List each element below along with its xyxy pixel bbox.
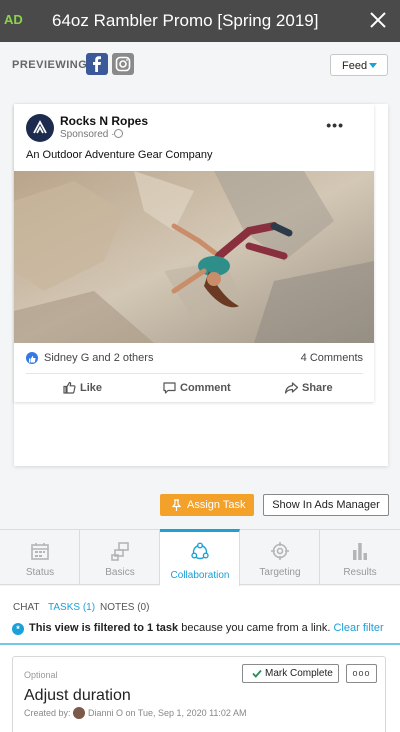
comments-count[interactable]: 4 Comments — [301, 352, 363, 364]
divider — [26, 373, 363, 374]
task-optional-label: Optional — [24, 670, 58, 680]
subtab-chat[interactable]: CHAT — [13, 602, 39, 613]
collaboration-icon — [191, 542, 209, 560]
header-bar: AD 64oz Rambler Promo [Spring 2019] — [0, 0, 400, 42]
tab-targeting-label: Targeting — [259, 567, 301, 578]
tab-targeting[interactable]: Targeting — [240, 530, 320, 585]
task-title: Adjust duration — [24, 687, 131, 704]
tab-basics-label: Basics — [105, 567, 135, 578]
assign-task-button[interactable]: Assign Task — [160, 494, 254, 516]
facebook-post-preview: Rocks N Ropes Sponsored · ••• An Outdoor… — [14, 104, 374, 402]
post-text: An Outdoor Adventure Gear Company — [26, 149, 213, 161]
detail-tabs: Status Basics Collaboration Targeting Re… — [0, 529, 400, 586]
show-in-ads-manager-button[interactable]: Show In Ads Manager — [263, 494, 389, 516]
facebook-icon[interactable] — [86, 53, 108, 75]
task-more-button[interactable]: ooo — [346, 664, 377, 683]
info-icon: * — [12, 623, 24, 635]
calendar-icon — [31, 543, 49, 560]
share-label: Share — [302, 382, 333, 394]
thumbs-up-icon — [63, 381, 76, 394]
reactions-row: Sidney G and 2 others 4 Comments — [26, 351, 363, 369]
tab-status-label: Status — [25, 567, 55, 578]
share-icon — [284, 382, 299, 394]
page-title: 64oz Rambler Promo [Spring 2019] — [52, 11, 319, 30]
tab-collaboration-label: Collaboration — [170, 570, 230, 581]
like-label: Like — [80, 382, 103, 394]
tab-basics[interactable]: Basics — [80, 530, 160, 585]
task-card[interactable]: Optional Mark Complete ooo Adjust durati… — [12, 656, 386, 732]
created-by-label: Created by: — [24, 708, 71, 718]
page-name: Rocks N Ropes — [60, 114, 149, 128]
target-icon — [271, 542, 289, 560]
clear-filter-link[interactable]: Clear filter — [333, 622, 383, 634]
ad-badge: AD — [4, 12, 23, 27]
close-icon[interactable] — [368, 9, 388, 31]
filter-notice-bold: This view is filtered to 1 task — [29, 622, 179, 634]
mark-complete-label: Mark Complete — [265, 668, 333, 679]
avatar — [73, 707, 85, 719]
sponsored-label: Sponsored · — [60, 129, 115, 140]
filter-notice-text: because you came from a link. — [178, 622, 331, 634]
page-avatar — [26, 114, 54, 142]
previewing-label: PREVIEWING: — [12, 59, 92, 71]
post-image — [14, 171, 374, 343]
placement-select-value: Feed — [342, 60, 368, 72]
tab-results-label: Results — [343, 567, 377, 578]
placement-select[interactable]: Feed — [330, 54, 388, 76]
subtab-tasks[interactable]: TASKS (1) — [48, 602, 95, 613]
tab-status[interactable]: Status — [0, 530, 80, 585]
mark-complete-button[interactable]: Mark Complete — [242, 664, 339, 683]
caret-down-icon — [369, 63, 377, 68]
basics-icon — [111, 542, 129, 561]
tab-results[interactable]: Results — [320, 530, 400, 585]
assign-task-label: Assign Task — [187, 499, 246, 511]
created-details: Dianni O on Tue, Sep 1, 2020 11:02 AM — [88, 708, 247, 718]
pushpin-icon — [171, 499, 182, 511]
ad-preview-frame: Rocks N Ropes Sponsored · ••• An Outdoor… — [14, 104, 388, 466]
globe-icon — [114, 129, 123, 138]
comment-icon — [163, 382, 176, 394]
reactions-text[interactable]: Sidney G and 2 others — [44, 352, 153, 364]
tab-collaboration[interactable]: Collaboration — [160, 529, 240, 586]
checkmark-icon — [252, 669, 262, 678]
filter-divider — [0, 643, 400, 645]
more-options-icon[interactable]: ••• — [326, 117, 344, 133]
collaboration-panel: CHAT TASKS (1) NOTES (0) * This view is … — [0, 586, 400, 732]
comment-label: Comment — [180, 382, 231, 394]
like-reaction-icon — [26, 352, 38, 364]
bar-chart-icon — [353, 543, 367, 560]
subtab-notes[interactable]: NOTES (0) — [100, 602, 149, 613]
instagram-icon[interactable] — [112, 53, 134, 75]
